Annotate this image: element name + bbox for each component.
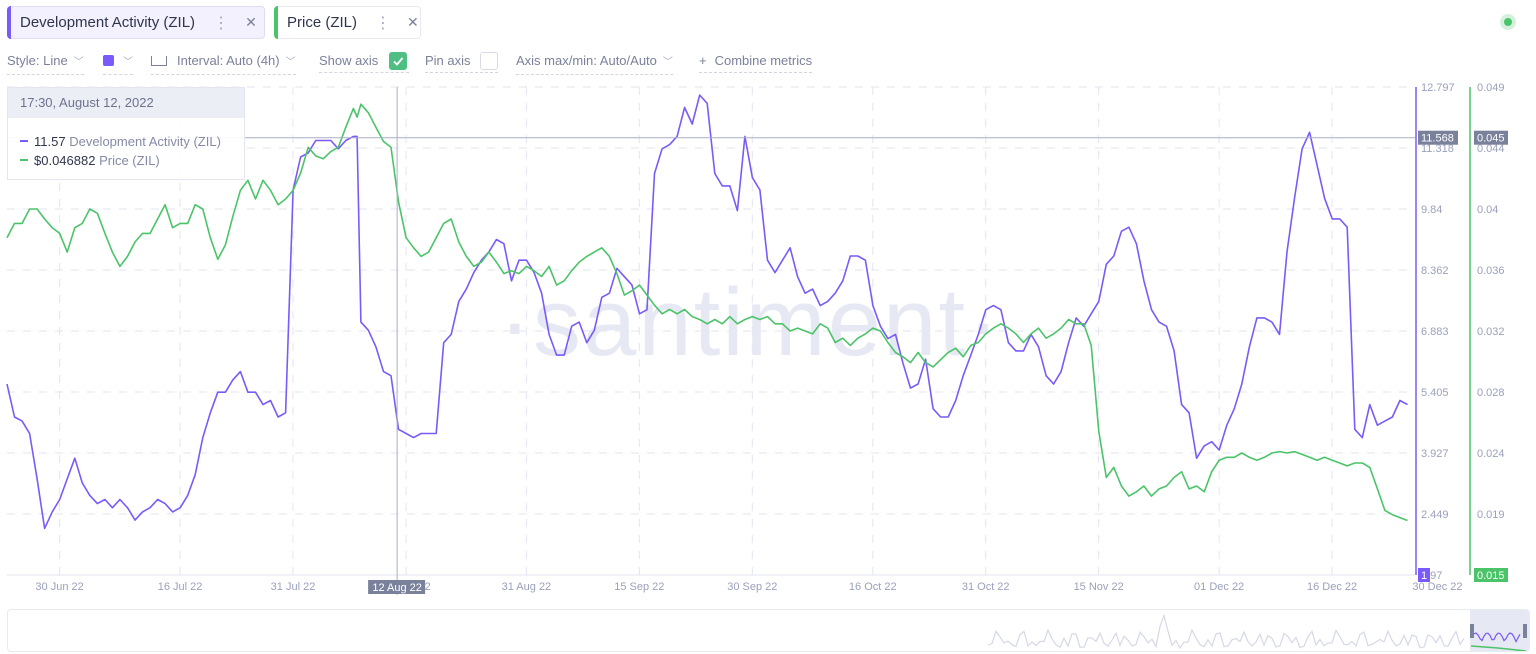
minimap-selection: [1470, 610, 1529, 651]
tooltip-metric-name: Development Activity (ZIL): [69, 134, 221, 149]
price-axis-tick-label: 0.028: [1477, 387, 1505, 399]
timeline-minimap[interactable]: [7, 609, 1530, 652]
x-axis-tick-label: 31 Jul 22: [271, 581, 316, 593]
tooltip-value: 11.57: [34, 134, 66, 149]
x-axis-tick-label: 15 Nov 22: [1074, 581, 1124, 593]
tooltip-row-price: $0.046882 Price (ZIL): [20, 151, 244, 170]
minimap-handle-right: [1523, 624, 1527, 638]
x-axis-tick-label: 15 Sep 22: [614, 581, 664, 593]
tooltip-row-dev: 11.57 Development Activity (ZIL): [20, 132, 244, 151]
x-axis-tick-label: 16 Jul 22: [158, 581, 203, 593]
tooltip-metric-name: Price (ZIL): [99, 153, 160, 168]
crosshair-price-label: 0.045: [1477, 133, 1505, 145]
dev-axis-tick-label: 3.927: [1421, 448, 1449, 460]
minimap-history-line: [987, 613, 1465, 650]
dev-axis-tick-label: 8.362: [1421, 265, 1449, 277]
hover-tooltip: 17:30, August 12, 2022 11.57 Development…: [7, 87, 245, 180]
price-axis-tick-label: 0.024: [1477, 448, 1505, 460]
dev-axis-tick-label: 11.318: [1421, 143, 1454, 155]
x-axis-tick-label: 30 Sep 22: [727, 581, 777, 593]
dev-axis-tick-label: 6.883: [1421, 326, 1449, 338]
latest-price-label: 0.015: [1477, 570, 1505, 582]
x-axis-tick-label: 31 Aug 22: [502, 581, 552, 593]
tooltip-value: $0.046882: [34, 153, 96, 168]
x-axis-tick-label: 16 Dec 22: [1307, 581, 1357, 593]
price-axis-tick-label: 0.04: [1477, 204, 1498, 216]
x-axis-tick-label: 16 Oct 22: [849, 581, 897, 593]
price-axis-tick-label: 0.049: [1477, 82, 1505, 94]
crosshair-dev-label: 11.568: [1421, 133, 1454, 145]
price-axis-tick-label: 0.036: [1477, 265, 1505, 277]
latest-dev-label: 1: [1421, 570, 1427, 582]
minimap-handle-left: [1470, 624, 1474, 638]
dev-axis-tick-label: 9.84: [1421, 204, 1442, 216]
legend-marker: [20, 140, 28, 142]
minimap-chart: [987, 610, 1529, 651]
x-axis-tick-label: 30 Dec 22: [1412, 581, 1462, 593]
price-axis-tick-label: 0.044: [1477, 143, 1505, 155]
tooltip-datetime: 17:30, August 12, 2022: [8, 88, 244, 118]
price-axis-tick-label: 0.019: [1477, 509, 1505, 521]
price-axis-tick-label: 0.032: [1477, 326, 1505, 338]
legend-marker: [20, 159, 28, 161]
crosshair-date-label: 12 Aug 22: [372, 582, 422, 594]
dev-axis-tick-label: 2.449: [1421, 509, 1449, 521]
dev-axis-tick-label: 5.405: [1421, 387, 1449, 399]
x-axis-tick-label: 01 Dec 22: [1194, 581, 1244, 593]
dev-axis-tick-label: 12.797: [1421, 82, 1455, 94]
x-axis-tick-label: 31 Oct 22: [962, 581, 1010, 593]
x-axis-tick-label: 30 Jun 22: [35, 581, 83, 593]
